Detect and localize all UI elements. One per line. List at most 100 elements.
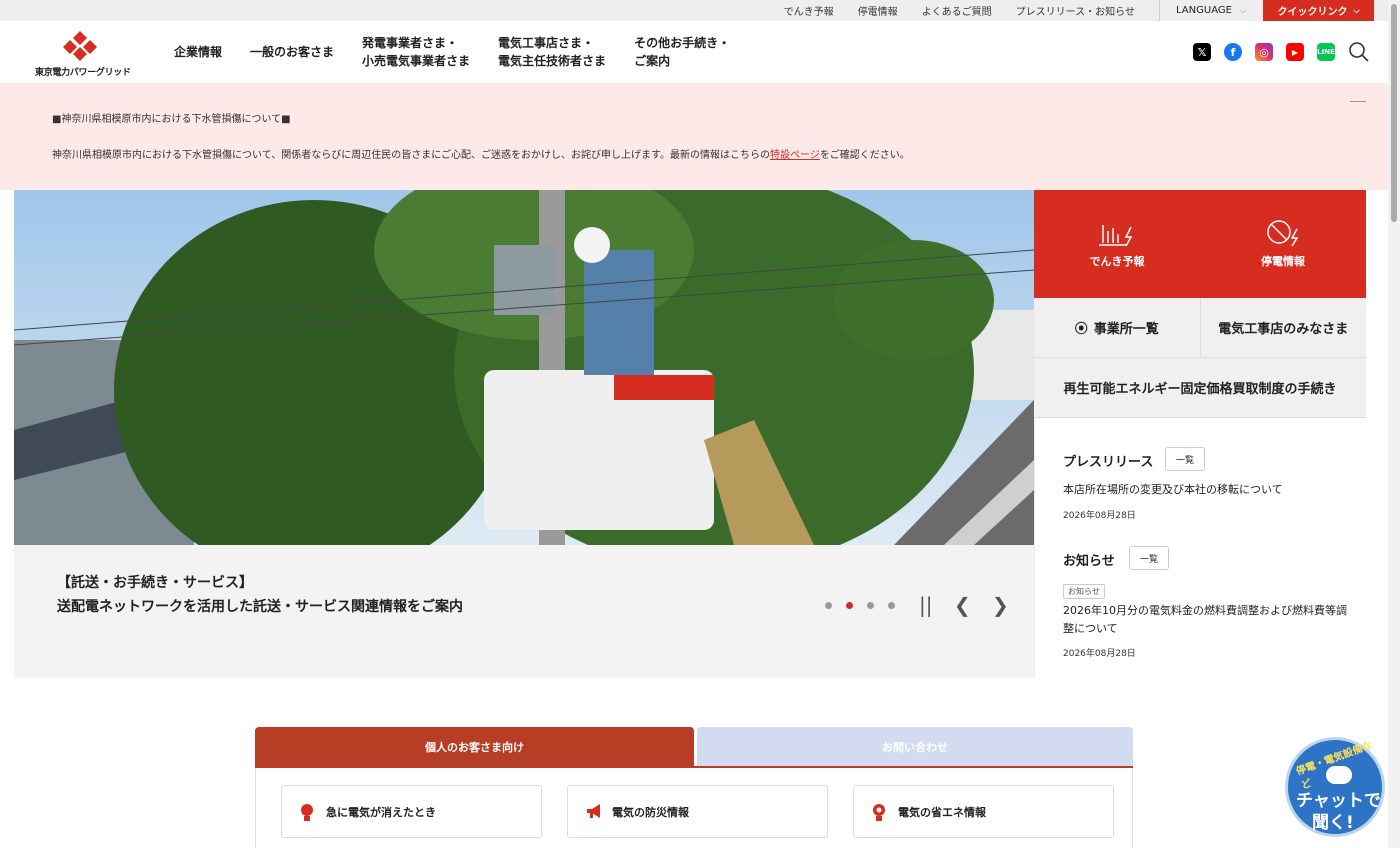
outage-icon xyxy=(1267,220,1299,247)
utility-link-faq[interactable]: よくあるご質問 xyxy=(922,3,992,18)
renewable-button[interactable]: 再生可能エネルギー固定価格買取制度の手続き xyxy=(1034,358,1366,417)
global-nav: 企業情報 一般のお客さま 発電事業者さま・ 小売電気事業者さま 電気工事店さま・電… xyxy=(174,21,758,83)
slide-dot-3[interactable] xyxy=(867,602,874,609)
hero-caption: 【託送・お手続き・サービス】 送配電ネットワークを活用した託送・サービス関連情報… xyxy=(14,545,1034,678)
power-forecast-icon xyxy=(1099,225,1133,247)
press-item-title[interactable]: 本店所在場所の変更及び本社の移転について xyxy=(1063,481,1353,499)
hero-caption-category: 【託送・お手続き・サービス】 xyxy=(57,575,253,591)
quick-access-red: でんき予報 停電情報 xyxy=(1034,190,1366,298)
card-label: 電気の防災情報 xyxy=(612,805,689,819)
chevron-down-icon: ⌵ xyxy=(1353,5,1360,15)
nav-label-line1: 電気工事店さま・ xyxy=(498,36,595,50)
press-item-date: 2026年08月28日 xyxy=(1063,511,1136,521)
forecast-label: でんき予報 xyxy=(1089,255,1145,268)
pause-icon[interactable]: || xyxy=(919,593,932,617)
facebook-icon[interactable]: f xyxy=(1224,43,1242,61)
card-label: 電気の省エネ情報 xyxy=(898,805,986,819)
tab-contact[interactable]: お問い合わせ xyxy=(697,727,1133,767)
lightbulb-icon xyxy=(301,804,313,821)
news-panel: プレスリリース 一覧 本店所在場所の変更及び本社の移転について 2026年08月… xyxy=(1034,418,1366,678)
renewable-label: 再生可能エネルギー固定価格買取制度の手続き xyxy=(1063,382,1337,397)
chevron-right-icon[interactable]: ❯ xyxy=(992,593,1009,617)
hero-caption-title[interactable]: 送配電ネットワークを活用した託送・サービス関連情報をご案内 xyxy=(57,596,463,616)
card-disaster-info[interactable]: 電気の防災情報 xyxy=(567,785,828,838)
utility-link-press[interactable]: プレスリリース・お知らせ xyxy=(1016,3,1135,18)
slide-dot-4[interactable] xyxy=(888,602,895,609)
chat-label-line2: 聞く! xyxy=(1312,813,1354,833)
renewable-row: 再生可能エネルギー固定価格買取制度の手続き xyxy=(1034,358,1366,418)
utility-link-forecast[interactable]: でんき予報 xyxy=(784,3,834,18)
right-panel: でんき予報 停電情報 ⦿ 事業所一覧 電気工事店のみなさま 再生可能エネルギー固… xyxy=(1034,190,1366,678)
line-icon[interactable]: LINE xyxy=(1317,43,1335,61)
youtube-icon[interactable]: ▶ xyxy=(1286,43,1304,61)
notice-banner: ■神奈川県相模原市内における下水管損傷について■ 神奈川県相模原市内における下水… xyxy=(0,83,1388,190)
nav-label-line2: ご案内 xyxy=(634,54,671,68)
social-links: 𝕏 f ◎ ▶ LINE xyxy=(1193,41,1370,63)
location-pin-icon: ⦿ xyxy=(1074,322,1088,337)
notice-body: 神奈川県相模原市内における下水管損傷について、関係者ならびに周辺住民の皆さまにご… xyxy=(52,146,910,161)
quicklink-button[interactable]: クイックリンク ⌵ xyxy=(1263,0,1374,21)
logo-text: 東京電力パワーグリッド xyxy=(35,68,131,78)
nav-label-line1: 発電事業者さま・ xyxy=(362,36,459,50)
office-row: ⦿ 事業所一覧 電気工事店のみなさま xyxy=(1034,298,1366,358)
notice-collapse-icon[interactable] xyxy=(1350,101,1366,102)
offices-label: 事業所一覧 xyxy=(1093,322,1159,337)
chat-bubble-icon xyxy=(1326,766,1352,784)
language-selector[interactable]: LANGUAGE ⌵ xyxy=(1159,0,1263,21)
language-label: LANGUAGE xyxy=(1176,5,1232,16)
electricians-label: 電気工事店のみなさま xyxy=(1218,322,1349,337)
slide-dot-2[interactable] xyxy=(846,602,853,609)
scrollbar-thumb[interactable] xyxy=(1391,4,1397,222)
quicklink-label: クイックリンク xyxy=(1277,7,1348,18)
card-sudden-outage[interactable]: 急に電気が消えたとき xyxy=(281,785,542,838)
chevron-down-icon: ⌵ xyxy=(1239,5,1247,15)
logo-mark-icon xyxy=(63,31,97,61)
nav-item-generators[interactable]: 発電事業者さま・ 小売電気事業者さま xyxy=(362,34,470,70)
notice-body-text: をご確認ください。 xyxy=(819,150,910,161)
card-energy-saving[interactable]: 電気の省エネ情報 xyxy=(853,785,1114,838)
nav-item-other-procedures[interactable]: その他お手続き・ ご案内 xyxy=(634,34,730,70)
news-tag: お知らせ xyxy=(1063,584,1105,599)
chat-button[interactable]: 停電・電気設備など チャットで 聞く! xyxy=(1285,737,1385,837)
nav-label-line2: 電気主任技術者さま xyxy=(498,54,607,68)
notice-title: ■神奈川県相模原市内における下水管損傷について■ xyxy=(52,114,291,125)
tab-panel: 急に電気が消えたとき 電気の防災情報 電気の省エネ情報 xyxy=(255,768,1133,848)
utility-link-outage[interactable]: 停電情報 xyxy=(858,3,898,18)
news-heading: お知らせ xyxy=(1063,554,1115,569)
news-item-title[interactable]: 2026年10月分の電気料金の燃料費調整および燃料費等調整について xyxy=(1063,602,1353,638)
x-icon[interactable]: 𝕏 xyxy=(1193,43,1211,61)
site-header: 東京電力パワーグリッド 企業情報 一般のお客さま 発電事業者さま・ 小売電気事業者… xyxy=(0,21,1388,83)
search-icon[interactable] xyxy=(1348,41,1370,63)
nav-item-electricians[interactable]: 電気工事店さま・ 電気主任技術者さま xyxy=(498,34,606,70)
nav-label: 一般のお客さま xyxy=(250,45,335,59)
nav-item-corporate[interactable]: 企業情報 xyxy=(174,43,222,61)
forecast-button[interactable]: でんき予報 xyxy=(1034,190,1200,298)
tab-personal-customers[interactable]: 個人のお客さま向け xyxy=(255,727,694,767)
slide-indicators xyxy=(825,602,895,609)
utility-bar: でんき予報 停電情報 よくあるご質問 プレスリリース・お知らせ LANGUAGE… xyxy=(0,0,1388,21)
card-label: 急に電気が消えたとき xyxy=(326,805,436,819)
nav-label-line2: 小売電気事業者さま xyxy=(362,54,471,68)
eco-lightbulb-icon xyxy=(873,804,885,821)
press-list-button[interactable]: 一覧 xyxy=(1165,447,1206,471)
slide-dot-1[interactable] xyxy=(825,602,832,609)
electricians-button[interactable]: 電気工事店のみなさま xyxy=(1199,298,1367,357)
notice-body-text: 神奈川県相模原市内における下水管損傷について、関係者ならびに周辺住民の皆さまにご… xyxy=(52,150,770,161)
outage-button[interactable]: 停電情報 xyxy=(1200,190,1366,298)
news-item-date: 2026年08月28日 xyxy=(1063,649,1136,659)
megaphone-icon xyxy=(587,804,600,818)
nav-label: 企業情報 xyxy=(174,45,223,59)
page-scrollbar[interactable] xyxy=(1388,0,1400,848)
instagram-icon[interactable]: ◎ xyxy=(1255,43,1273,61)
news-list-button[interactable]: 一覧 xyxy=(1129,546,1170,570)
press-heading: プレスリリース xyxy=(1063,455,1154,470)
nav-label-line1: その他お手続き・ xyxy=(634,36,731,50)
nav-item-general-customers[interactable]: 一般のお客さま xyxy=(250,43,334,61)
notice-special-page-link[interactable]: 特設ページ xyxy=(770,150,820,161)
offices-button[interactable]: ⦿ 事業所一覧 xyxy=(1034,298,1200,357)
chevron-left-icon[interactable]: ❮ xyxy=(954,593,971,617)
hero-slide-image[interactable] xyxy=(14,190,1034,545)
outage-label: 停電情報 xyxy=(1261,255,1305,268)
page: でんき予報 停電情報 よくあるご質問 プレスリリース・お知らせ LANGUAGE… xyxy=(0,0,1400,848)
company-logo[interactable]: 東京電力パワーグリッド xyxy=(35,31,131,78)
